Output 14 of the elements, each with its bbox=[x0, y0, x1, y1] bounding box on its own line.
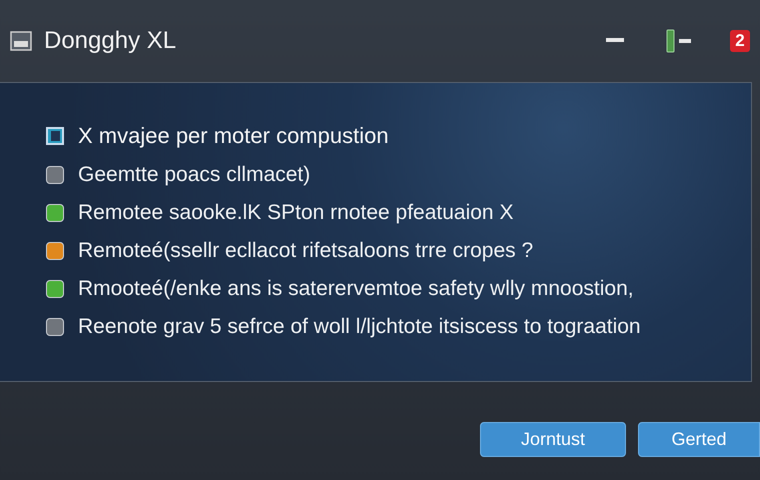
list-item: Geemtte poacs cllmacet) bbox=[78, 163, 310, 187]
notification-badge[interactable]: 2 bbox=[730, 30, 750, 52]
list-item: Remotee saooke.lK SPton rnotee pfeatuaion X bbox=[78, 201, 514, 225]
window-title: Dongghy XL bbox=[44, 27, 178, 55]
list-item: Remoteé(ssellr ecllacot rifetsaloons trre cropes ? bbox=[78, 239, 534, 263]
list-item: Rmooteé(/enke ans is saterervemtoe safety wlly mnoostion, bbox=[78, 277, 634, 301]
panel-icon bbox=[46, 127, 64, 145]
action-button[interactable]: Jorntust bbox=[480, 422, 626, 457]
window-icon bbox=[10, 31, 32, 51]
list-item: Reenote grav 5 sefrce of woll l/ljchtote itsiscess to tograation bbox=[78, 315, 641, 339]
minimize-icon[interactable] bbox=[606, 38, 624, 44]
toggle-icon[interactable] bbox=[666, 29, 692, 53]
action-button[interactable]: Gerted bbox=[638, 422, 760, 457]
panel-heading: X mvajee per moter compustion bbox=[78, 123, 389, 149]
